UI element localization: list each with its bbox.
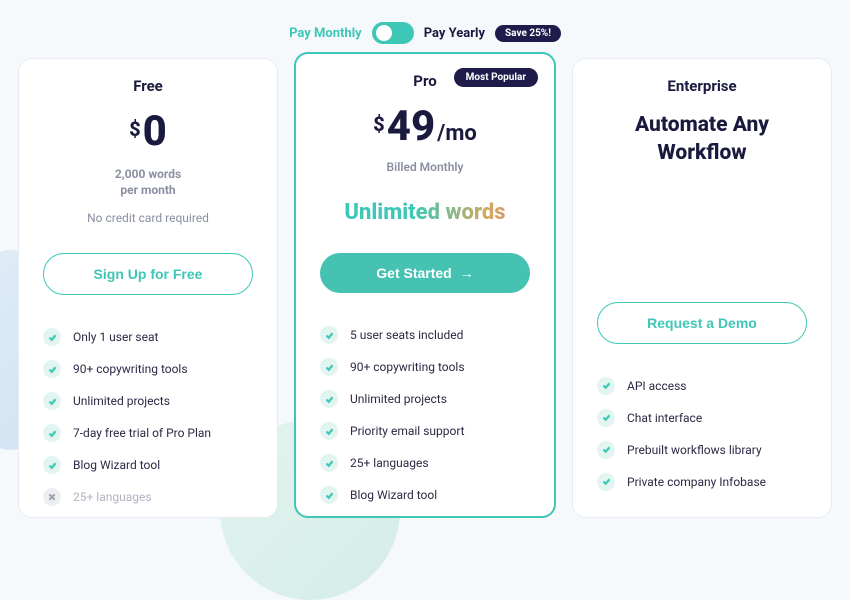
save-badge: Save 25%! (495, 25, 561, 42)
check-icon (43, 360, 61, 378)
check-icon (320, 326, 338, 344)
check-icon (597, 409, 615, 427)
feature-text: Unlimited projects (73, 394, 170, 408)
no-card-note: No credit card required (43, 211, 253, 225)
button-label: Sign Up for Free (94, 266, 203, 282)
toggle-yearly-label[interactable]: Pay Yearly (424, 26, 485, 41)
feature-list: API access Chat interface Prebuilt workflo… (597, 370, 807, 498)
feature-item: 90+ copywriting tools (320, 351, 530, 383)
card-header: Enterprise Automate Any Workflow (597, 77, 807, 274)
feature-text: 25+ languages (350, 456, 429, 470)
feature-text: Blog Wizard tool (350, 488, 437, 502)
check-icon (43, 328, 61, 346)
check-icon (320, 422, 338, 440)
feature-item: 90+ copywriting tools (43, 353, 253, 385)
pricing-cards: Free $ 0 2,000 words per month No credit… (0, 58, 850, 518)
check-icon (43, 424, 61, 442)
spacer (597, 168, 807, 274)
feature-text: Chat interface (627, 411, 702, 425)
feature-list: 5 user seats included 90+ copywriting too… (320, 319, 530, 518)
per-month: /mo (437, 121, 477, 146)
plan-name: Enterprise (597, 77, 807, 95)
billing-toggle-row: Pay Monthly Pay Yearly Save 25%! (0, 0, 850, 58)
feature-text: Priority email support (350, 424, 465, 438)
plan-name: Free (43, 77, 253, 95)
words-unit: per month (43, 183, 253, 197)
feature-text: 90+ copywriting tools (73, 362, 188, 376)
check-icon (320, 390, 338, 408)
check-icon (320, 454, 338, 472)
check-icon (320, 358, 338, 376)
toggle-knob (376, 25, 392, 41)
feature-item: Private company Infobase (597, 466, 807, 498)
headline-line: Automate Any (635, 113, 769, 137)
feature-item: Priority email support (320, 415, 530, 447)
button-label: Request a Demo (647, 315, 757, 331)
feature-text: Prebuilt workflows library (627, 443, 762, 457)
feature-item: API access (597, 370, 807, 402)
arrow-icon: → (460, 265, 474, 281)
amount: 49 (387, 106, 435, 148)
button-label: Get Started (376, 265, 451, 281)
check-icon (597, 473, 615, 491)
feature-item: 25+ languages (320, 447, 530, 479)
popular-badge: Most Popular (454, 68, 538, 87)
feature-text: Only 1 user seat (73, 330, 158, 344)
feature-item: Chat interface (597, 402, 807, 434)
price: $ 49 /mo (320, 106, 530, 148)
unlimited-words: Unlimited words (320, 200, 530, 225)
feature-item: Unlimited projects (320, 383, 530, 415)
words-limit: 2,000 words (43, 167, 253, 181)
card-header: Free $ 0 2,000 words per month No credit… (43, 77, 253, 225)
currency: $ (129, 117, 141, 141)
feature-item: 25+ languages (43, 481, 253, 513)
feature-text: 7-day free trial of Pro Plan (73, 426, 211, 440)
feature-item: Access to newest features (320, 511, 530, 518)
check-icon (43, 392, 61, 410)
feature-list: Only 1 user seat 90+ copywriting tools Unl… (43, 321, 253, 518)
headline: Automate Any Workflow (597, 111, 807, 168)
feature-text: Private company Infobase (627, 475, 766, 489)
feature-text: 90+ copywriting tools (350, 360, 465, 374)
amount: 0 (143, 111, 167, 153)
feature-text: Blog Wizard tool (73, 458, 160, 472)
price: $ 0 (43, 111, 253, 153)
billing-note: Billed Monthly (320, 160, 530, 174)
toggle-monthly-label[interactable]: Pay Monthly (289, 26, 362, 41)
check-icon (43, 456, 61, 474)
check-icon (597, 441, 615, 459)
feature-item: Blog Wizard tool (320, 479, 530, 511)
plan-card-enterprise: Enterprise Automate Any Workflow Request… (572, 58, 832, 518)
feature-item: Unlimited projects (43, 385, 253, 417)
feature-item: Access to newest features (43, 513, 253, 518)
feature-text: 25+ languages (73, 490, 152, 504)
feature-item: Blog Wizard tool (43, 449, 253, 481)
currency: $ (373, 112, 385, 136)
billing-toggle[interactable] (372, 22, 414, 44)
feature-text: Unlimited projects (350, 392, 447, 406)
feature-item: 5 user seats included (320, 319, 530, 351)
feature-text: 5 user seats included (350, 328, 463, 342)
plan-card-pro: Most Popular Pro $ 49 /mo Billed Monthly… (294, 52, 556, 518)
feature-item: 7-day free trial of Pro Plan (43, 417, 253, 449)
signup-free-button[interactable]: Sign Up for Free (43, 253, 253, 295)
feature-text: API access (627, 379, 686, 393)
x-icon (43, 488, 61, 506)
plan-card-free: Free $ 0 2,000 words per month No credit… (18, 58, 278, 518)
card-header: Most Popular Pro $ 49 /mo Billed Monthly… (320, 72, 530, 225)
request-demo-button[interactable]: Request a Demo (597, 302, 807, 344)
feature-item: Prebuilt workflows library (597, 434, 807, 466)
check-icon (320, 486, 338, 504)
get-started-button[interactable]: Get Started → (320, 253, 530, 293)
feature-item: Only 1 user seat (43, 321, 253, 353)
check-icon (597, 377, 615, 395)
headline-line: Workflow (657, 141, 746, 165)
